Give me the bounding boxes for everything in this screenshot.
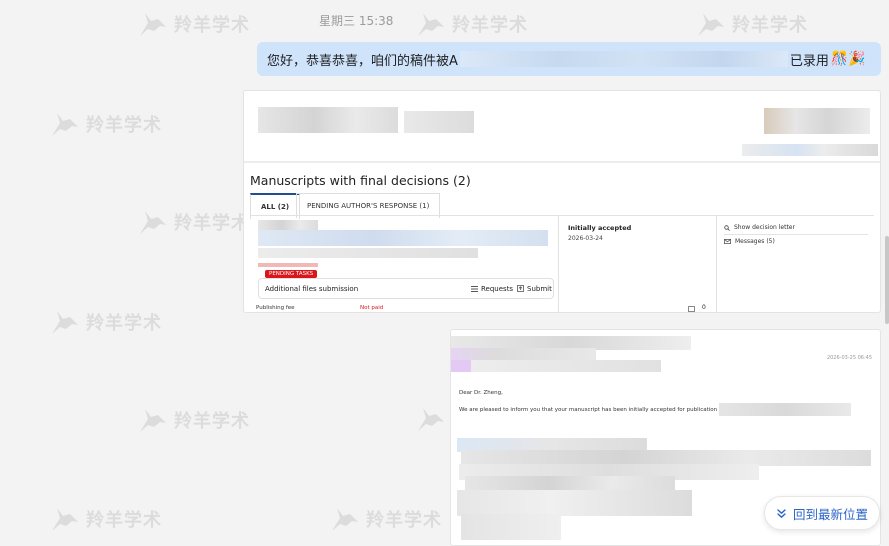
portal-screenshot[interactable]: Manuscripts with final decisions (2) ALL… (243, 90, 881, 313)
message-text-prefix: 您好，恭喜恭喜，咱们的稿件被A (267, 53, 458, 69)
item-count: 0 (702, 304, 706, 311)
redacted-recipient (451, 360, 471, 372)
redacted-body (457, 490, 692, 516)
messages-label: Messages (5) (735, 238, 775, 245)
submit-button[interactable]: Submit (517, 285, 552, 293)
chat-message-bubble[interactable]: 您好，恭喜恭喜，咱们的稿件被A 已录用 🎊🎉 (257, 42, 881, 76)
manuscript-row: PENDING TASKS Additional files submissio… (250, 215, 874, 312)
watermark: 羚羊学术 (136, 207, 250, 237)
email-date: 2026-03-25 06:45 (826, 355, 872, 361)
redacted-text (459, 51, 788, 67)
redacted-recipient (471, 360, 661, 372)
watermark: 羚羊学术 (414, 9, 528, 39)
calendar-icon (688, 306, 695, 312)
decision-status: Initially accepted (568, 224, 632, 232)
antelope-logo-icon (418, 13, 444, 36)
section-title: Manuscripts with final decisions (2) (250, 173, 471, 188)
watermark: 羚羊学术 (48, 109, 162, 139)
column-divider (716, 216, 717, 312)
email-greeting: Dear Dr. Zheng, (459, 390, 503, 396)
task-label: Additional files submission (265, 284, 359, 293)
antelope-logo-icon (52, 508, 78, 531)
redacted-journal (719, 403, 851, 416)
redacted-body (461, 514, 561, 540)
requests-button[interactable]: Requests (471, 285, 513, 293)
watermark: 羚羊学术 (136, 405, 250, 435)
watermark: 羚羊学术 (136, 9, 250, 39)
antelope-logo-icon (140, 409, 166, 432)
antelope-logo-icon (140, 13, 166, 36)
antelope-logo-icon (698, 13, 724, 36)
antelope-logo-icon (418, 408, 444, 431)
double-chevron-down-icon (777, 508, 786, 518)
redacted-manuscript-id (258, 248, 478, 258)
message-text-suffix: 已录用 (789, 53, 829, 69)
redacted-tag (258, 263, 318, 267)
column-divider (558, 216, 559, 312)
decision-date: 2026-03-24 (568, 235, 603, 242)
fee-status: Not paid (360, 305, 384, 311)
back-to-latest-button[interactable]: 回到最新位置 (764, 496, 880, 530)
antelope-logo-icon (140, 211, 166, 234)
redacted-manuscript-title (258, 220, 318, 230)
submit-label: Submit (527, 284, 552, 293)
redacted-menu (742, 144, 878, 156)
mail-icon (724, 239, 731, 244)
show-decision-letter-label: Show decision letter (734, 224, 795, 231)
antelope-logo-icon (52, 311, 78, 334)
watermark: 羚羊学术 (328, 504, 442, 534)
pending-tasks-badge: PENDING TASKS (265, 270, 318, 278)
email-body-line: We are pleased to inform you that your m… (459, 407, 730, 413)
back-to-latest-label: 回到最新位置 (792, 506, 868, 522)
watermark: 羚羊学术 (48, 504, 162, 534)
redacted-user (764, 108, 870, 134)
antelope-logo-icon (52, 113, 78, 136)
messages-link[interactable]: Messages (5) (724, 238, 775, 245)
redacted-manuscript-title (258, 230, 548, 246)
watermark: 羚羊学术 (694, 9, 808, 39)
task-item: Additional files submission Requests Sub… (258, 278, 554, 299)
requests-label: Requests (481, 284, 514, 293)
redacted-logo (404, 111, 474, 133)
upload-icon (517, 285, 524, 292)
scrollbar[interactable] (885, 236, 889, 324)
publishing-fee-label: Publishing fee (256, 305, 295, 311)
redacted-logo (258, 107, 398, 133)
list-icon (471, 285, 478, 292)
celebration-emoji: 🎊🎉 (830, 51, 866, 67)
divider (724, 234, 868, 235)
message-timestamp: 星期三 15:38 (319, 14, 394, 28)
portal-header (244, 91, 880, 163)
antelope-logo-icon (332, 508, 358, 531)
search-icon (724, 224, 730, 231)
show-decision-letter-link[interactable]: Show decision letter (724, 224, 795, 231)
watermark: 羚羊学术 (48, 307, 162, 337)
